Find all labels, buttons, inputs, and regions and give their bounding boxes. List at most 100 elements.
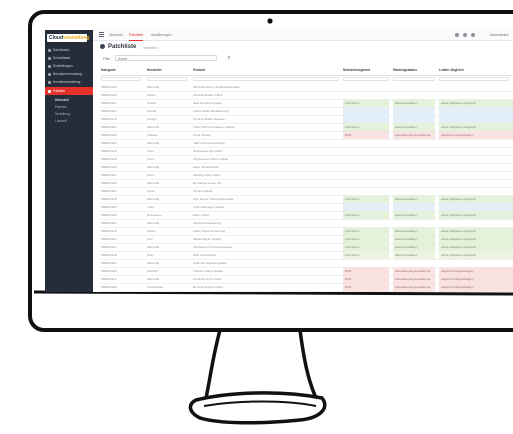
- status-text: letzter Abgleich erfolgreich: [441, 253, 477, 257]
- column-header-category[interactable]: Kategorie: [101, 66, 141, 75]
- cell-product: AnyConnect Client Update: [193, 157, 229, 161]
- status-cell: LAN Intern: [343, 243, 389, 251]
- sidebar: Cloudverwaltung Dashboard Schnellstart Ein…: [45, 30, 93, 292]
- status-text: LAN Intern: [345, 245, 360, 249]
- hamburger-menu-icon[interactable]: [99, 32, 104, 37]
- status-cell: [343, 203, 389, 211]
- monitor-neck: [204, 329, 318, 399]
- status-cell: LAN Intern: [343, 123, 389, 131]
- sidebar-subitem-label: Laufzeit: [55, 119, 67, 123]
- user-name[interactable]: Administrator: [490, 30, 509, 40]
- column-filter-input[interactable]: [439, 77, 509, 81]
- cell-category: KB5001466: [101, 269, 117, 273]
- brand-logo[interactable]: Cloudverwaltung: [47, 34, 90, 42]
- status-text: Aktuell installiert: [395, 229, 417, 233]
- filter-search-icon[interactable]: ⚲: [223, 55, 235, 61]
- column-header-segment[interactable]: Netzwerksegment: [343, 66, 383, 75]
- status-cell: [343, 115, 389, 123]
- cell-product: Flash Player Entfernung: [193, 229, 226, 233]
- sidebar-item[interactable]: Patches: [45, 87, 93, 95]
- monitor-base: [188, 391, 327, 425]
- column-header-vendor[interactable]: Hersteller: [147, 66, 187, 75]
- status-text: letzter Abgleich erfolgreich: [441, 125, 477, 129]
- status-text: letzter Abgleich erfolgreich: [441, 101, 477, 105]
- status-text: Abgleich fehlgeschlagen: [441, 277, 474, 281]
- sidebar-item[interactable]: Schnellstart: [45, 54, 93, 62]
- cell-vendor: Microsoft: [147, 245, 160, 249]
- filter-label: Filter: [103, 57, 111, 61]
- status-cell: [439, 107, 513, 115]
- sidebar-item-icon: [48, 72, 51, 76]
- webcam-icon: [267, 18, 273, 24]
- sidebar-item[interactable]: Dashboard: [45, 46, 93, 54]
- cell-product: OneDrive Sync Client: [193, 277, 222, 281]
- status-text: Aktuell installiert: [395, 197, 417, 201]
- sidebar-subitem[interactable]: Laufzeit: [45, 117, 93, 125]
- column-header-product[interactable]: Produkt: [193, 66, 253, 75]
- table-row[interactable]: KB5001493 Microsoft Visual C++ Redistribut…: [101, 291, 513, 292]
- status-text: Aktualisierung ausstehend: [395, 291, 434, 292]
- column-filter-input[interactable]: [343, 77, 389, 81]
- cell-category: KB5001437: [101, 245, 117, 249]
- status-cell: Abgleich fehlgeschlagen: [439, 275, 513, 283]
- status-text: letzter Abgleich erfolgreich: [441, 229, 477, 233]
- status-text: [441, 107, 512, 115]
- cell-category: KB5001390: [101, 213, 117, 217]
- status-text: Abgleich fehlgeschlagen: [441, 291, 512, 292]
- column-filter-input[interactable]: [393, 77, 435, 81]
- column-filter-input[interactable]: [147, 77, 187, 81]
- cell-category: KB5001312: [101, 149, 117, 153]
- tab-overview[interactable]: Übersicht: [109, 30, 123, 40]
- status-cell: LAN Intern: [343, 227, 389, 235]
- cell-product: .NET Framework Rollup: [193, 141, 225, 145]
- cell-vendor: Microsoft: [147, 277, 160, 281]
- sidebar-item-icon: [48, 48, 51, 52]
- status-cell: Abgleich fehlgeschlagen: [439, 283, 513, 291]
- cell-vendor: Mozilla: [147, 109, 157, 113]
- status-cell: Aktualisierung ausstehend: [393, 283, 435, 291]
- sidebar-item-label: Dashboard: [53, 48, 70, 52]
- cell-product: Defender Signaturupdate: [193, 261, 227, 265]
- cell-category: KB5001423: [101, 237, 117, 241]
- user-avatar-icon[interactable]: [471, 33, 475, 37]
- cell-vendor: Microsoft: [147, 165, 160, 169]
- cell-vendor: Microsoft: [147, 85, 160, 89]
- status-text: LAN Intern: [345, 101, 360, 105]
- status-cell: Aktuell installiert: [393, 195, 435, 203]
- settings-icon[interactable]: [463, 33, 467, 37]
- cell-category: KB5001270: [101, 117, 117, 121]
- status-cell: Aktuell installiert: [393, 211, 435, 219]
- status-cell: Aktualisierung ausstehend: [393, 267, 435, 275]
- status-text: Aktuell installiert: [395, 245, 417, 249]
- sidebar-item[interactable]: Kundenverwaltung: [45, 78, 93, 86]
- status-text: DMZ: [345, 133, 352, 137]
- status-text: Aktualisierung ausstehend: [395, 285, 431, 289]
- sidebar-item[interactable]: Einstellungen: [45, 62, 93, 70]
- column-filter-input[interactable]: [101, 77, 141, 81]
- status-cell: Abgleich fehlgeschlagen: [439, 131, 513, 139]
- status-cell: letzter Abgleich erfolgreich: [439, 211, 513, 219]
- cell-category: KB5001341: [101, 173, 117, 177]
- column-filter-input[interactable]: [193, 77, 339, 81]
- sidebar-item[interactable]: Benutzerverwaltung: [45, 70, 93, 78]
- notification-icon[interactable]: [455, 33, 459, 37]
- cell-category: KB5001452: [101, 261, 117, 265]
- stage: Cloudverwaltung Dashboard Schnellstart Ein…: [0, 0, 513, 434]
- status-cell: LAN Intern: [343, 235, 389, 243]
- cell-product: Meeting Client Patch: [193, 173, 221, 177]
- column-header-last-sync[interactable]: Letzter Abgleich: [439, 66, 499, 75]
- status-cell: Aktuell installiert: [393, 99, 435, 107]
- cell-product: Acrobat Reader Patch: [193, 93, 223, 97]
- cell-category: KB5001333: [101, 165, 117, 169]
- tab-executions[interactable]: Ausführungen: [151, 30, 172, 40]
- status-cell: letzter Abgleich erfolgreich: [439, 123, 513, 131]
- cell-vendor: Notepad++: [147, 213, 162, 217]
- status-text: Aktualisierung ausstehend: [395, 277, 431, 281]
- monitor-chin-line: [33, 290, 513, 296]
- filter-input[interactable]: Suche: [115, 55, 217, 61]
- cell-vendor: TeamViewer: [147, 285, 164, 289]
- brand-text: Cloudverwaltung: [49, 35, 90, 41]
- status-cell: [393, 115, 435, 123]
- column-header-maintenance[interactable]: Wartungsstatus: [393, 66, 433, 75]
- cell-vendor: Microsoft: [147, 261, 160, 265]
